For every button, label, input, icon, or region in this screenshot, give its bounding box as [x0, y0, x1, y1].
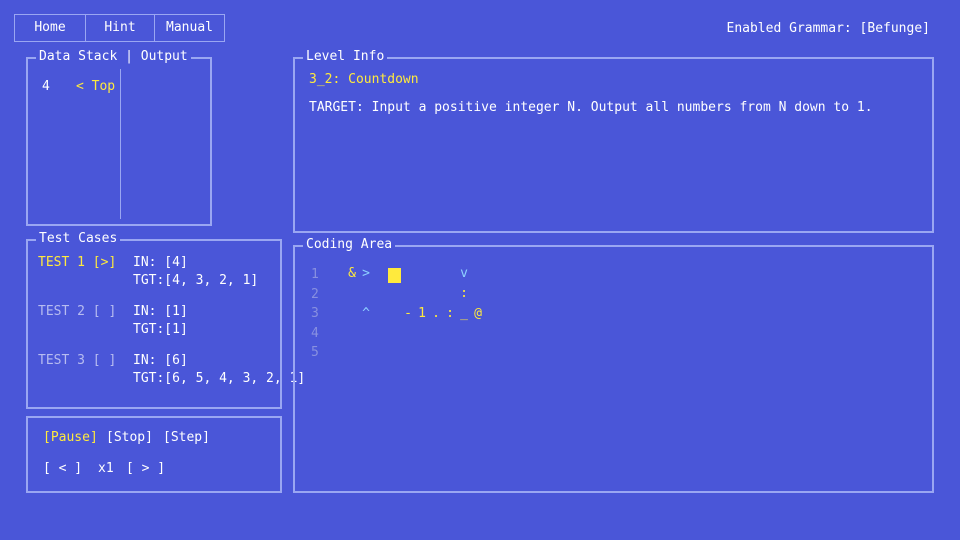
home-button[interactable]: Home: [14, 14, 86, 42]
stack-top-marker: < Top: [76, 79, 116, 94]
test-2-input: IN: [1]: [133, 304, 188, 319]
stop-button[interactable]: [Stop]: [106, 430, 153, 445]
test-1-input: IN: [4]: [133, 255, 188, 270]
code-cell-subtract[interactable]: -: [401, 306, 415, 321]
code-cell-number[interactable]: 1: [415, 306, 429, 321]
code-cell-duplicate[interactable]: :: [457, 286, 471, 301]
code-cell-output[interactable]: .: [429, 306, 443, 321]
manual-button[interactable]: Manual: [154, 14, 225, 42]
coding-area-panel[interactable]: Coding Area 1 2 3 4 5 & > v : ^ - 1 . : …: [293, 237, 934, 493]
test-3-input: IN: [6]: [133, 353, 188, 368]
slower-button[interactable]: [ < ]: [43, 461, 82, 476]
stack-panel: Data Stack | Output 4 < Top: [26, 49, 212, 226]
code-cell-duplicate[interactable]: :: [443, 306, 457, 321]
editor-cursor: [388, 268, 401, 283]
level-info-title: Level Info: [303, 49, 388, 65]
test-2-target: TGT:[1]: [133, 322, 188, 337]
speed-indicator: x1: [98, 461, 114, 476]
test-cases-panel: Test Cases TEST 1 [>] IN: [4] TGT:[4, 3,…: [26, 231, 305, 409]
test-cases-title: Test Cases: [36, 231, 121, 247]
code-cell-arrow-right[interactable]: >: [359, 266, 373, 281]
level-target: TARGET: Input a positive integer N. Outp…: [309, 100, 873, 115]
code-line-1[interactable]: & > v: [295, 266, 895, 284]
pause-button[interactable]: [Pause]: [43, 430, 98, 445]
step-button[interactable]: [Step]: [163, 430, 210, 445]
test-3-target: TGT:[6, 5, 4, 3, 2, 1]: [133, 371, 306, 386]
code-cell-end[interactable]: @: [471, 306, 485, 321]
test-3-label[interactable]: TEST 3 [ ]: [38, 353, 116, 368]
faster-button[interactable]: [ > ]: [126, 461, 165, 476]
level-name: 3_2: Countdown: [309, 72, 419, 87]
code-cell-arrow-down[interactable]: v: [457, 266, 471, 281]
line-number: 5: [311, 345, 319, 360]
code-line-3[interactable]: ^ - 1 . : _ @: [295, 306, 895, 324]
grammar-label: Enabled Grammar: [Befunge]: [726, 21, 931, 36]
coding-area-title: Coding Area: [303, 237, 396, 253]
code-cell-input[interactable]: &: [345, 266, 359, 281]
test-2-label[interactable]: TEST 2 [ ]: [38, 304, 116, 319]
code-cell-horizontal-if[interactable]: _: [457, 306, 471, 321]
level-info-panel: Level Info 3_2: Countdown TARGET: Input …: [293, 49, 934, 233]
test-1-target: TGT:[4, 3, 2, 1]: [133, 273, 259, 288]
test-1-label[interactable]: TEST 1 [>]: [38, 255, 116, 270]
stack-value: 4: [42, 79, 50, 94]
hint-button[interactable]: Hint: [85, 14, 155, 42]
stack-panel-title: Data Stack | Output: [36, 49, 191, 65]
controls-panel: [Pause] [Stop] [Step] [ < ] x1 [ > ]: [26, 416, 282, 493]
code-line-2[interactable]: :: [295, 286, 895, 304]
code-cell-arrow-up[interactable]: ^: [359, 306, 373, 321]
line-number: 4: [311, 326, 319, 341]
stack-divider: [120, 69, 121, 219]
